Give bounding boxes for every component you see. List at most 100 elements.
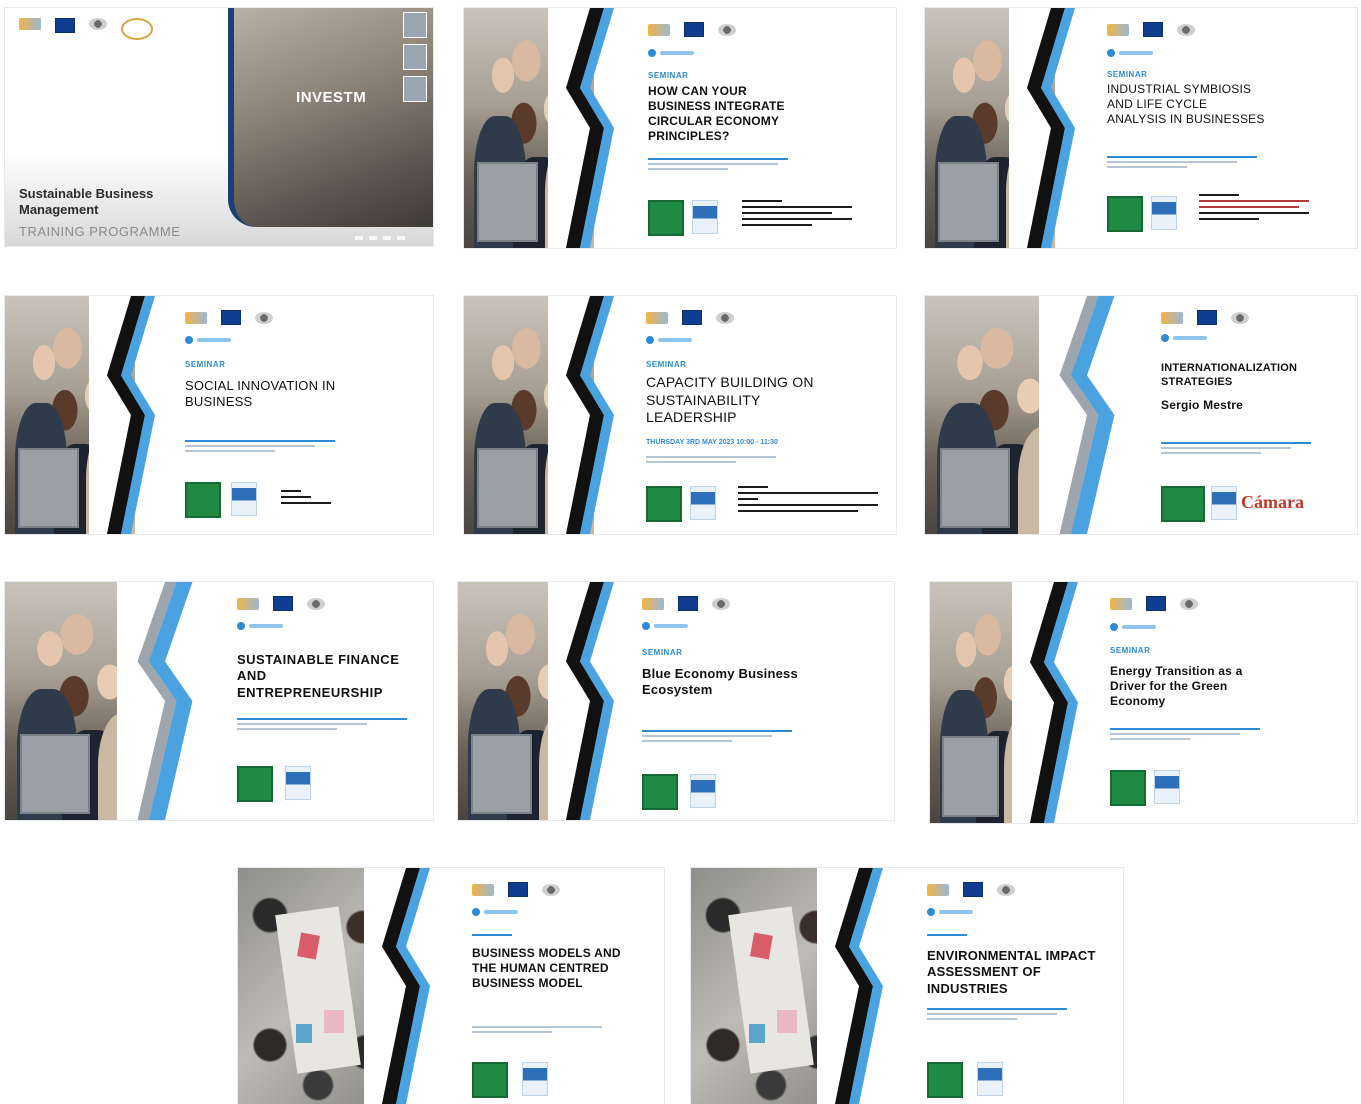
organizer-logo <box>1161 486 1205 522</box>
speaker-list <box>281 490 331 508</box>
card-content: SEMINAR Energy Transition as a Driver fo… <box>1110 582 1357 823</box>
speaker-list <box>742 200 852 230</box>
card-social-innovation[interactable]: SEMINAR SOCIAL INNOVATION IN BUSINESS <box>5 296 433 534</box>
organizer-text <box>237 718 407 733</box>
team-photo <box>5 582 155 820</box>
speaker-name: Sergio Mestre <box>1161 398 1243 412</box>
card-blue-economy[interactable]: SEMINAR Blue Economy Business Ecosystem <box>458 582 894 820</box>
card-business-models[interactable]: BUSINESS MODELS AND THE HUMAN CENTRED BU… <box>238 868 664 1104</box>
team-photo <box>464 8 594 248</box>
card-capacity-building[interactable]: SEMINAR CAPACITY BUILDING ON SUSTAINABIL… <box>464 296 896 534</box>
card-content: INTERNATIONALIZATION STRATEGIES Sergio M… <box>1161 296 1357 534</box>
partner-seal-icon <box>716 311 734 324</box>
card-industrial-symbiosis[interactable]: SEMINAR INDUSTRIAL SYMBIOSIS AND LIFE CY… <box>925 8 1357 248</box>
project-logo-icon <box>927 883 949 896</box>
organizer-logo <box>927 1062 963 1098</box>
card-content: ENVIRONMENTAL IMPACT ASSESSMENT OF INDUS… <box>927 868 1123 1104</box>
program-badge <box>690 774 716 808</box>
partner-seal-icon <box>542 883 560 896</box>
player-controls <box>355 236 405 240</box>
project-logo-icon <box>1161 311 1183 324</box>
partner-logo-icon <box>121 18 153 40</box>
organizer-text <box>927 1008 1067 1023</box>
eu-flag-icon <box>1197 310 1217 326</box>
speaker-list <box>1199 194 1309 224</box>
card-title: ENVIRONMENTAL IMPACT ASSESSMENT OF INDUS… <box>927 948 1096 996</box>
card-internationalization[interactable]: INTERNATIONALIZATION STRATEGIES Sergio M… <box>925 296 1357 534</box>
program-badge <box>285 766 311 800</box>
project-tag <box>927 908 973 917</box>
project-logo-icon <box>19 18 41 30</box>
card-training-programme[interactable]: INVESTM Sustainable Business Management T… <box>5 8 433 246</box>
card-content: SEMINAR Blue Economy Business Ecosystem <box>642 582 894 820</box>
card-sustainable-finance[interactable]: SUSTAINABLE FINANCE AND ENTREPRENEURSHIP <box>5 582 433 820</box>
team-photo <box>458 582 588 820</box>
partner-logos <box>1161 310 1249 326</box>
project-logo-icon <box>185 311 207 324</box>
partner-logos <box>648 22 736 38</box>
card-content: SEMINAR HOW CAN YOUR BUSINESS INTEGRATE … <box>648 8 896 248</box>
card-energy-transition[interactable]: SEMINAR Energy Transition as a Driver fo… <box>930 582 1357 823</box>
partner-logos <box>472 882 560 898</box>
card-title: SUSTAINABLE FINANCE AND ENTREPRENEURSHIP <box>237 652 400 700</box>
eu-flag-icon <box>55 18 75 33</box>
project-tag <box>1107 48 1153 57</box>
card-kicker: SEMINAR <box>1107 70 1148 79</box>
card-content: SEMINAR CAPACITY BUILDING ON SUSTAINABIL… <box>646 296 896 534</box>
program-badge <box>1154 770 1180 804</box>
meeting-topdown-photo <box>238 868 398 1104</box>
card-programme-label: TRAINING PROGRAMME <box>19 224 181 239</box>
project-logo-icon <box>1110 597 1132 610</box>
eu-flag-icon <box>682 310 702 326</box>
project-tag <box>642 622 688 631</box>
partner-logos <box>237 596 325 612</box>
team-photo <box>930 582 1050 823</box>
card-title: BUSINESS MODELS AND THE HUMAN CENTRED BU… <box>472 946 621 990</box>
project-logo-icon <box>472 883 494 896</box>
partner-logos <box>1107 22 1195 38</box>
project-tag <box>1110 622 1156 631</box>
organizer-logo <box>1110 770 1146 806</box>
card-title: HOW CAN YOUR BUSINESS INTEGRATE CIRCULAR… <box>648 84 785 143</box>
organizer-text <box>1107 156 1257 171</box>
partner-seal-icon <box>1231 311 1249 324</box>
partner-seal-icon <box>1180 597 1198 610</box>
organizer-text <box>646 456 776 466</box>
subtitle-line-2: Management <box>19 202 99 218</box>
card-kicker: SEMINAR <box>646 360 687 369</box>
eu-flag-icon <box>273 596 293 612</box>
partner-seal-icon <box>718 23 736 36</box>
organizer-logo <box>642 774 678 810</box>
project-logo-icon <box>1107 23 1129 36</box>
participant-thumbnails <box>403 12 427 102</box>
team-photo <box>5 296 135 534</box>
card-title: Energy Transition as a Driver for the Gr… <box>1110 664 1243 708</box>
partner-logos <box>1110 596 1198 612</box>
program-badge <box>692 200 718 234</box>
card-kicker: SEMINAR <box>1110 646 1151 655</box>
project-tag <box>1161 334 1207 343</box>
partner-seal-icon <box>997 883 1015 896</box>
card-subtitle: Sustainable Business Management <box>19 186 153 219</box>
team-photo <box>464 296 594 534</box>
partner-logos <box>927 882 1015 898</box>
card-title: SOCIAL INNOVATION IN BUSINESS <box>185 378 336 410</box>
partner-logos <box>19 18 153 40</box>
project-logo-icon <box>642 597 664 610</box>
project-tag <box>185 336 231 345</box>
organizer-logo <box>472 1062 508 1098</box>
eu-flag-icon <box>1146 596 1166 612</box>
team-photo <box>925 8 1055 248</box>
program-badge <box>1151 196 1177 230</box>
card-circular-economy[interactable]: SEMINAR HOW CAN YOUR BUSINESS INTEGRATE … <box>464 8 896 248</box>
card-title: INVESTM <box>296 88 367 106</box>
organizer-text <box>1110 728 1260 743</box>
workshop-label <box>472 934 512 939</box>
event-date: THURSDAY 3RD MAY 2023 10:00 - 11:30 <box>646 439 778 446</box>
card-environmental-impact[interactable]: ENVIRONMENTAL IMPACT ASSESSMENT OF INDUS… <box>691 868 1123 1104</box>
organizer-logo <box>1107 196 1143 232</box>
organizer-text <box>642 730 792 745</box>
organizer-logo <box>237 766 273 802</box>
organizer-logo <box>648 200 684 236</box>
organizer-text <box>185 440 335 455</box>
